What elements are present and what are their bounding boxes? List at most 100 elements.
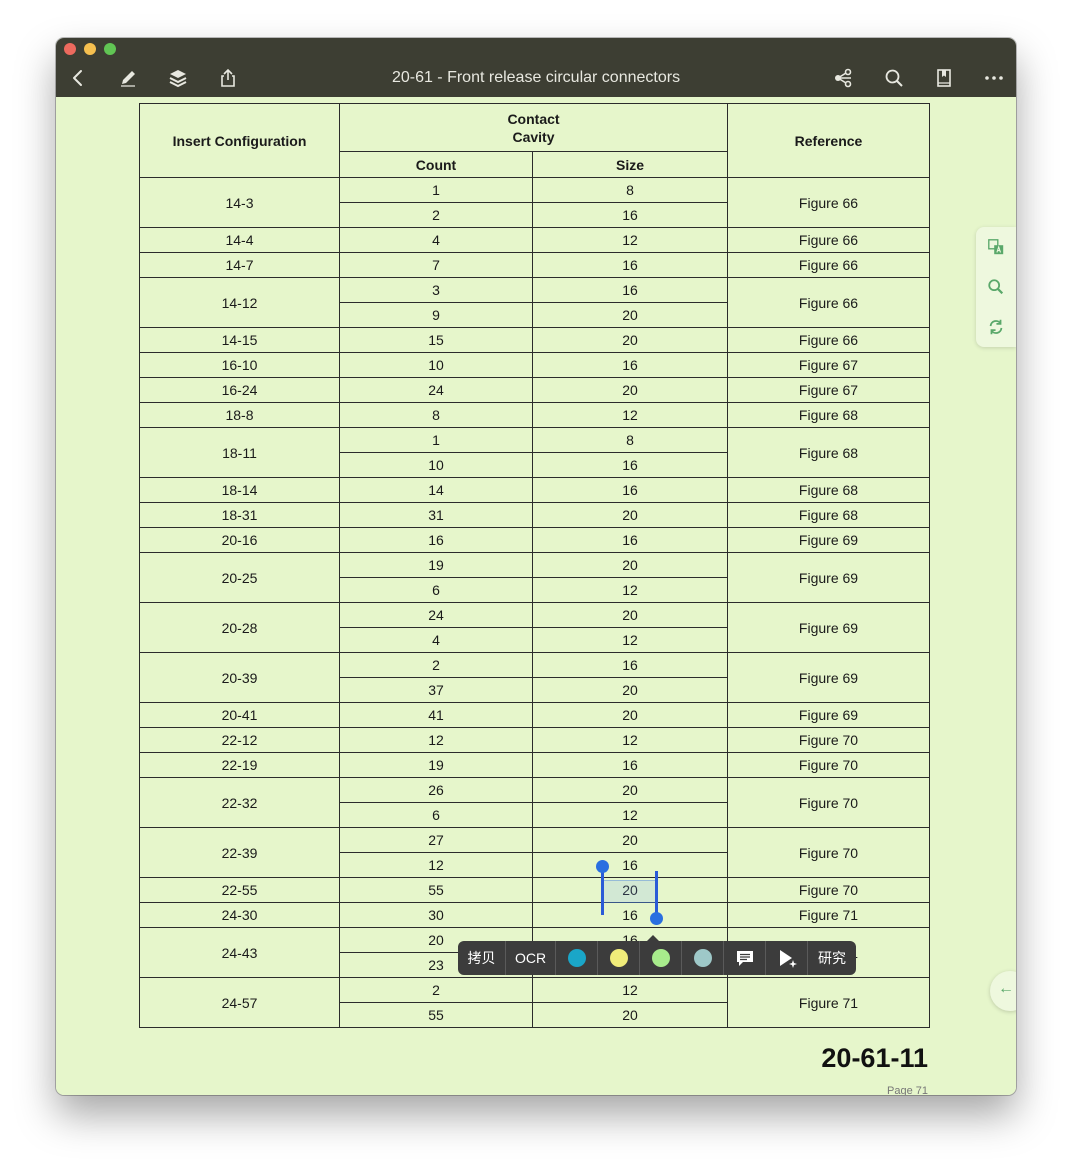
count-cell: 2	[339, 202, 533, 228]
insert-configuration-cell: 14-4	[139, 227, 340, 253]
reference-cell: Figure 69	[727, 602, 930, 653]
page-number: 20-61-11	[821, 1043, 928, 1073]
size-cell: 16	[532, 277, 728, 303]
insert-configuration-cell: 22-12	[139, 727, 340, 753]
header-size: Size	[532, 151, 728, 178]
reference-cell: Figure 70	[727, 777, 930, 828]
reference-cell: Figure 69	[727, 702, 930, 728]
reference-cell: Figure 66	[727, 227, 930, 253]
table-row: 14-3 1 8 Figure 66	[139, 177, 930, 228]
highlight-color-gray-blue[interactable]	[682, 941, 724, 975]
search-icon[interactable]	[986, 277, 1006, 297]
comment-button[interactable]	[724, 941, 766, 975]
table-row: 22-39 27 20 Figure 70	[139, 827, 930, 878]
copy-button[interactable]: 拷贝	[458, 941, 506, 975]
insert-configuration-cell: 14-12	[139, 277, 340, 328]
reference-cell: Figure 66	[727, 327, 930, 353]
more-icon[interactable]	[982, 66, 1006, 90]
insert-configuration-cell: 22-39	[139, 827, 340, 878]
size-cell: 12	[532, 802, 728, 828]
header-contact-cavity: Contact Cavity	[339, 103, 728, 152]
reference-cell: Figure 67	[727, 377, 930, 403]
table-row: 20-28 24 20 Figure 69	[139, 602, 930, 653]
ocr-button[interactable]: OCR	[506, 941, 556, 975]
size-cell: 8	[532, 427, 728, 453]
insert-configuration-cell: 18-14	[139, 477, 340, 503]
close-window-button[interactable]	[64, 43, 76, 55]
table-row: 18-11 1 8 Figure 68	[139, 427, 930, 478]
color-dot-icon	[567, 949, 586, 967]
insert-configuration-cell: 24-43	[139, 927, 340, 978]
size-cell: 8	[532, 177, 728, 203]
count-cell: 3	[339, 277, 533, 303]
reference-cell: Figure 69	[727, 652, 930, 703]
selection-end-handle-bar[interactable]	[655, 871, 658, 918]
size-cell: 16	[532, 752, 728, 778]
size-cell: 16	[532, 477, 728, 503]
count-cell: 8	[339, 402, 533, 428]
count-cell: 12	[339, 852, 533, 878]
size-cell: 16	[532, 852, 728, 878]
count-cell: 19	[339, 552, 533, 578]
page-footer-text: Page 71	[887, 1085, 928, 1095]
size-cell: 20	[532, 552, 728, 578]
reference-cell: Figure 69	[727, 527, 930, 553]
highlight-color-yellow[interactable]	[598, 941, 640, 975]
highlight-color-green[interactable]	[640, 941, 682, 975]
count-cell: 30	[339, 902, 533, 928]
maximize-window-button[interactable]	[104, 43, 116, 55]
share-nodes-icon[interactable]	[832, 66, 856, 90]
color-dot-icon	[693, 949, 712, 967]
count-cell: 26	[339, 777, 533, 803]
count-cell: 2	[339, 977, 533, 1003]
arrow-left-icon: ←	[998, 980, 1014, 997]
table-row: 22-32 26 20 Figure 70	[139, 777, 930, 828]
count-cell: 14	[339, 477, 533, 503]
refresh-icon[interactable]	[986, 317, 1006, 337]
table-row: 18-31 31 20 Figure 68	[139, 502, 930, 528]
insert-configuration-cell: 20-28	[139, 602, 340, 653]
selection-end-handle[interactable]	[650, 912, 663, 925]
minimize-window-button[interactable]	[84, 43, 96, 55]
selection-start-handle-bar[interactable]	[601, 868, 604, 915]
count-cell: 4	[339, 627, 533, 653]
reference-cell: Figure 69	[727, 552, 930, 603]
translate-icon[interactable]	[986, 237, 1006, 257]
header-count: Count	[339, 151, 533, 178]
reference-cell: Figure 70	[727, 877, 930, 903]
insert-configuration-cell: 24-30	[139, 902, 340, 928]
size-cell: 12	[532, 227, 728, 253]
reference-cell: Figure 70	[727, 727, 930, 753]
table-row: 18-14 14 16 Figure 68	[139, 477, 930, 503]
reference-cell: Figure 68	[727, 427, 930, 478]
count-cell: 55	[339, 1002, 533, 1028]
count-cell: 27	[339, 827, 533, 853]
reference-cell: Figure 70	[727, 752, 930, 778]
count-cell: 24	[339, 377, 533, 403]
insert-configuration-cell: 24-57	[139, 977, 340, 1028]
reference-cell: Figure 68	[727, 502, 930, 528]
insert-configuration-cell: 18-8	[139, 402, 340, 428]
highlight-color-teal[interactable]	[556, 941, 598, 975]
insert-configuration-cell: 20-41	[139, 702, 340, 728]
size-cell: 20	[532, 777, 728, 803]
size-cell: 20	[532, 702, 728, 728]
search-icon[interactable]	[882, 66, 906, 90]
size-cell: 16	[532, 527, 728, 553]
count-cell: 12	[339, 727, 533, 753]
size-cell: 16	[532, 652, 728, 678]
size-cell: 20	[532, 302, 728, 328]
read-aloud-button[interactable]	[766, 941, 808, 975]
bookmark-book-icon[interactable]	[932, 66, 956, 90]
table-row: 14-4 4 12 Figure 66	[139, 227, 930, 253]
reference-cell: Figure 68	[727, 477, 930, 503]
header-insert-configuration: Insert Configuration	[139, 103, 340, 178]
research-button[interactable]: 研究	[808, 941, 856, 975]
count-cell: 10	[339, 452, 533, 478]
side-panel-toggle[interactable]: ←	[990, 971, 1016, 1011]
selection-start-handle[interactable]	[596, 860, 609, 873]
table-row: 20-16 16 16 Figure 69	[139, 527, 930, 553]
table-row: 16-10 10 16 Figure 67	[139, 352, 930, 378]
size-cell: 20	[532, 827, 728, 853]
count-cell: 6	[339, 577, 533, 603]
